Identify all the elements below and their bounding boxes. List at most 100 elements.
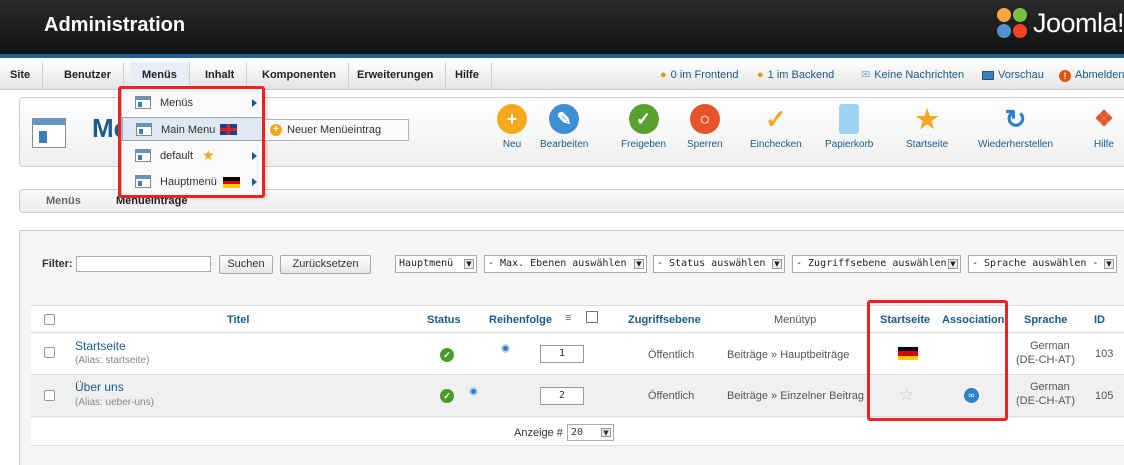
order-input[interactable]: 2 [540, 387, 584, 405]
status-frontend[interactable]: ● 0 im Frontend [660, 62, 739, 89]
chevron-down-icon: ▼ [772, 259, 782, 269]
chevron-down-icon: ▼ [948, 259, 958, 269]
stop-icon: ○ [689, 104, 720, 134]
menu-content[interactable]: Inhalt [193, 62, 248, 89]
chevron-down-icon: ▼ [464, 259, 474, 269]
star-icon: ★ [915, 103, 939, 134]
logout-icon: ! [1059, 69, 1071, 82]
move-down-icon[interactable] [501, 344, 510, 353]
access-select[interactable]: - Zugriffsebene auswählen - ▼ [792, 255, 961, 273]
row-title-link[interactable]: Über uns [75, 380, 124, 394]
pagination-limit-value: 20 [571, 427, 584, 438]
joomla-logo[interactable]: Joomla! [995, 6, 1124, 40]
column-language[interactable]: Sprache [1024, 314, 1067, 326]
monitor-icon [982, 71, 994, 80]
status-backend[interactable]: ● 1 im Backend [757, 62, 834, 89]
search-button[interactable]: Suchen [219, 255, 273, 274]
chevron-down-icon: ▼ [601, 428, 611, 437]
pencil-icon: ✎ [549, 104, 580, 134]
row-id: 103 [1095, 348, 1114, 360]
row-title-link[interactable]: Startseite [75, 339, 126, 353]
toolbar-help-label: Hilfe [1093, 139, 1114, 150]
toolbar-home-button[interactable]: ★ Startseite [906, 103, 949, 151]
row-language-code: (DE-CH-AT) [1016, 395, 1076, 407]
order-input[interactable]: 1 [540, 345, 584, 363]
status-logout-label: Abmelden [1075, 69, 1124, 81]
max-levels-value: - Max. Ebenen auswählen - [488, 258, 639, 269]
plus-icon: + [497, 104, 527, 134]
toolbar-publish-label: Freigeben [621, 139, 667, 150]
max-levels-select[interactable]: - Max. Ebenen auswählen - ▼ [484, 255, 647, 273]
status-logout[interactable]: ! Abmelden [1059, 62, 1124, 89]
toolbar-checkin-button[interactable]: ✓ Einchecken [750, 104, 802, 151]
toolbar-unpublish-button[interactable]: ○ Sperren [687, 104, 723, 150]
row-alias: (Alias: ueber-uns) [75, 397, 154, 408]
status-select[interactable]: - Status auswählen - ▼ [653, 255, 785, 273]
toolbar-checkin-label: Einchecken [750, 139, 802, 150]
reset-button[interactable]: Zurücksetzen [280, 255, 371, 274]
published-check-icon[interactable]: ✓ [440, 389, 454, 403]
toolbar-home-label: Startseite [906, 139, 949, 150]
published-check-icon[interactable]: ✓ [440, 348, 454, 362]
row-menu-type: Beiträge » Hauptbeiträge [727, 349, 850, 361]
status-preview[interactable]: Vorschau [982, 62, 1044, 89]
toolbar-new-button[interactable]: + Neu [497, 104, 527, 150]
menu-menus[interactable]: Menüs [130, 62, 190, 89]
column-id[interactable]: ID [1094, 314, 1105, 326]
status-preview-label: Vorschau [998, 69, 1044, 81]
filter-search-input[interactable] [76, 256, 211, 272]
toolbar-restore-label: Wiederherstellen [978, 139, 1054, 150]
joomla-logo-icon [995, 6, 1029, 40]
mail-icon: ✉ [861, 69, 871, 81]
row-menu-type: Beiträge » Einzelner Beitrag [727, 390, 864, 402]
status-messages[interactable]: ✉ Keine Nachrichten [861, 62, 964, 89]
move-up-icon[interactable] [469, 387, 478, 396]
chevron-down-icon: ▼ [1104, 259, 1114, 269]
highlight-box-dropdown [118, 86, 265, 198]
column-ordering[interactable]: Reihenfolge [489, 314, 552, 326]
menu-site[interactable]: Site [0, 62, 44, 89]
column-access[interactable]: Zugriffsebene [628, 314, 701, 326]
admin-header: Administration Joomla! [0, 0, 1124, 58]
plus-icon: + [270, 124, 282, 136]
chevron-down-icon: ▼ [634, 259, 644, 269]
toolbar-trash-label: Papierkorb [825, 139, 874, 150]
toolbar-help-button[interactable]: ❖ Hilfe [1089, 104, 1119, 150]
users-icon: ● [660, 69, 667, 81]
status-messages-label: Keine Nachrichten [874, 69, 965, 81]
toolbar-edit-button[interactable]: ✎ Bearbeiten [540, 104, 588, 150]
row-language: German [1030, 340, 1070, 352]
header-title: Administration [44, 14, 186, 36]
row-checkbox[interactable] [44, 347, 55, 358]
trash-icon [839, 104, 860, 134]
select-all-checkbox[interactable] [44, 314, 55, 325]
menu-users[interactable]: Benutzer [52, 62, 125, 89]
save-order-icon[interactable] [586, 311, 598, 323]
menu-manager-icon [32, 118, 66, 148]
new-menu-item-submenu[interactable]: + Neuer Menüeintrag [264, 119, 409, 141]
menu-extensions[interactable]: Erweiterungen [345, 62, 447, 89]
column-status[interactable]: Status [427, 314, 461, 326]
access-select-value: - Zugriffsebene auswählen - [796, 258, 959, 269]
refresh-icon: ↻ [1004, 103, 1027, 134]
filter-label: Filter: [42, 258, 73, 270]
row-checkbox[interactable] [44, 390, 55, 401]
joomla-logo-text: Joomla! [1032, 7, 1124, 38]
menu-components[interactable]: Komponenten [250, 62, 349, 89]
toolbar-publish-button[interactable]: ✓ Freigeben [621, 104, 666, 150]
subtab-menus[interactable]: Menüs [46, 195, 81, 207]
language-select[interactable]: - Sprache auswählen - ▼ [968, 255, 1117, 273]
toolbar-trash-button[interactable]: Papierkorb [825, 104, 873, 150]
row-alias: (Alias: startseite) [75, 355, 150, 366]
toolbar-edit-label: Bearbeiten [540, 139, 589, 150]
menu-select[interactable]: Hauptmenü ▼ [395, 255, 477, 273]
toolbar-restore-button[interactable]: ↻ Wiederherstellen [978, 103, 1054, 151]
menu-help[interactable]: Hilfe [443, 62, 492, 89]
status-backend-label: 1 im Backend [767, 69, 835, 81]
toolbar-unpublish-label: Sperren [687, 139, 723, 150]
table-footer: Anzeige # 20 ▼ [31, 418, 1124, 446]
pagination-limit-select[interactable]: 20 ▼ [567, 424, 614, 441]
row-language-code: (DE-CH-AT) [1016, 354, 1076, 366]
pagination-label: Anzeige # [514, 427, 563, 439]
column-title[interactable]: Titel [227, 314, 249, 326]
